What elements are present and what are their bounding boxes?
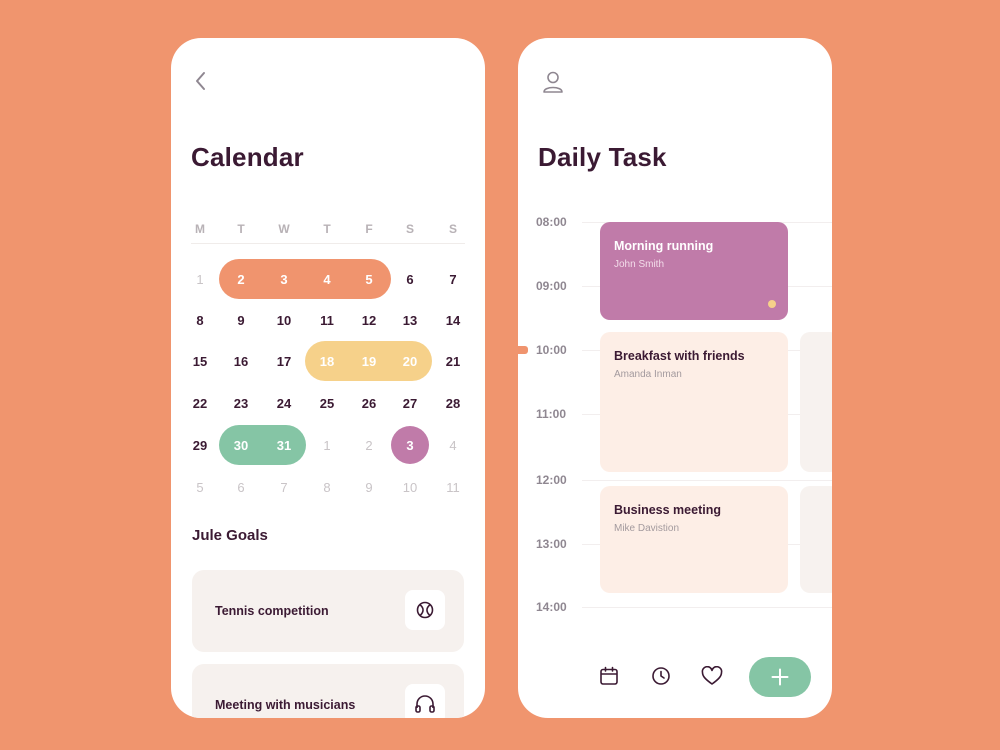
calendar-day[interactable]: 10 [395, 477, 425, 497]
hour-divider [582, 607, 832, 608]
profile-button[interactable] [542, 70, 564, 94]
calendar-day[interactable]: 19 [354, 351, 384, 371]
calendar-day[interactable]: 11 [312, 310, 342, 330]
calendar-day[interactable]: 30 [226, 435, 256, 455]
calendar-day[interactable]: 1 [185, 269, 215, 289]
calendar-screen: Calendar MTWTFSS 1 2 3 4 5 6 7 8 9 10 11 12 13 14 15 16… [171, 38, 485, 718]
calendar-day[interactable]: 10 [269, 310, 299, 330]
current-time-marker [518, 346, 528, 354]
page-title: Calendar [191, 142, 304, 172]
task-person: Amanda Inman [614, 369, 682, 380]
task-card-breakfast[interactable]: Breakfast with friends Amanda Inman [600, 332, 788, 472]
calendar-day[interactable]: 12 [354, 310, 384, 330]
back-button[interactable] [191, 70, 211, 92]
chevron-left-icon [196, 72, 205, 90]
time-label: 09:00 [536, 279, 567, 293]
calendar-day[interactable]: 26 [354, 393, 384, 413]
calendar-day[interactable]: 8 [312, 477, 342, 497]
calendar-day[interactable]: 14 [438, 310, 468, 330]
weekday-header: MTWTFSS [191, 220, 465, 244]
calendar-day[interactable]: 7 [438, 269, 468, 289]
calendar-day[interactable]: 4 [438, 435, 468, 455]
weekday-label: F [365, 222, 373, 236]
calendar-day[interactable]: 5 [185, 477, 215, 497]
time-label: 08:00 [536, 215, 567, 229]
tennis-ball-icon [405, 590, 445, 630]
daily-task-screen: Daily Task 08:00 09:00 10:00 11:00 12:00 13:0… [518, 38, 832, 718]
weekday-label: W [278, 222, 290, 236]
task-title: Morning running [614, 239, 714, 253]
calendar-day[interactable]: 31 [269, 435, 299, 455]
time-label: 12:00 [536, 473, 567, 487]
calendar-day[interactable]: 13 [395, 310, 425, 330]
add-task-button[interactable] [749, 657, 811, 697]
calendar-day[interactable]: 7 [269, 477, 299, 497]
calendar-nav-button[interactable] [598, 665, 620, 687]
weekday-label: S [405, 222, 414, 236]
calendar-day[interactable]: 9 [226, 310, 256, 330]
weekday-label: S [448, 222, 457, 236]
task-card-morning-running[interactable]: Morning running John Smith [600, 222, 788, 320]
status-dot [768, 300, 776, 308]
calendar-day[interactable]: 1 [312, 435, 342, 455]
calendar-day[interactable]: 3 [395, 435, 425, 455]
task-title: Business meeting [614, 503, 721, 517]
task-card-partial[interactable] [800, 332, 832, 472]
calendar-day[interactable]: 2 [226, 269, 256, 289]
weekday-label: M [195, 222, 205, 236]
task-card-partial[interactable] [800, 486, 832, 593]
calendar-day[interactable]: 16 [226, 351, 256, 371]
calendar-day[interactable]: 3 [269, 269, 299, 289]
time-label: 11:00 [536, 407, 567, 421]
goal-label: Meeting with musicians [215, 698, 356, 712]
calendar-day[interactable]: 2 [354, 435, 384, 455]
task-person: Mike Davistion [614, 523, 680, 534]
clock-icon [652, 667, 670, 685]
goal-label: Tennis competition [215, 604, 329, 618]
goals-title: Jule Goals [192, 527, 268, 544]
user-icon [543, 71, 563, 93]
goal-card-musicians[interactable]: Meeting with musicians [192, 664, 464, 718]
calendar-day[interactable]: 8 [185, 310, 215, 330]
task-title: Breakfast with friends [614, 349, 745, 363]
time-label: 13:00 [536, 537, 567, 551]
calendar-day[interactable]: 4 [312, 269, 342, 289]
calendar-day[interactable]: 17 [269, 351, 299, 371]
calendar-day[interactable]: 6 [395, 269, 425, 289]
plus-icon [771, 668, 789, 686]
calendar-day[interactable]: 11 [438, 477, 468, 497]
calendar-day[interactable]: 21 [438, 351, 468, 371]
calendar-day[interactable]: 18 [312, 351, 342, 371]
calendar-day[interactable]: 24 [269, 393, 299, 413]
calendar-icon [600, 666, 618, 685]
calendar-day[interactable]: 6 [226, 477, 256, 497]
time-label: 10:00 [536, 343, 567, 357]
calendar-day[interactable]: 20 [395, 351, 425, 371]
heart-icon [701, 666, 723, 685]
calendar-day[interactable]: 28 [438, 393, 468, 413]
goal-card-tennis[interactable]: Tennis competition [192, 570, 464, 652]
favorites-nav-button[interactable] [701, 665, 723, 687]
hour-divider [582, 480, 832, 481]
clock-nav-button[interactable] [650, 665, 672, 687]
time-label: 14:00 [536, 600, 567, 614]
calendar-day[interactable]: 5 [354, 269, 384, 289]
headphones-icon [405, 684, 445, 718]
calendar-day[interactable]: 15 [185, 351, 215, 371]
calendar-day[interactable]: 25 [312, 393, 342, 413]
calendar-day[interactable]: 23 [226, 393, 256, 413]
calendar-day[interactable]: 29 [185, 435, 215, 455]
weekday-label: T [237, 222, 245, 236]
calendar-day[interactable]: 9 [354, 477, 384, 497]
task-person: John Smith [614, 259, 665, 270]
calendar-day[interactable]: 22 [185, 393, 215, 413]
weekday-label: T [323, 222, 331, 236]
page-title: Daily Task [538, 142, 667, 172]
task-card-business-meeting[interactable]: Business meeting Mike Davistion [600, 486, 788, 593]
calendar-day[interactable]: 27 [395, 393, 425, 413]
